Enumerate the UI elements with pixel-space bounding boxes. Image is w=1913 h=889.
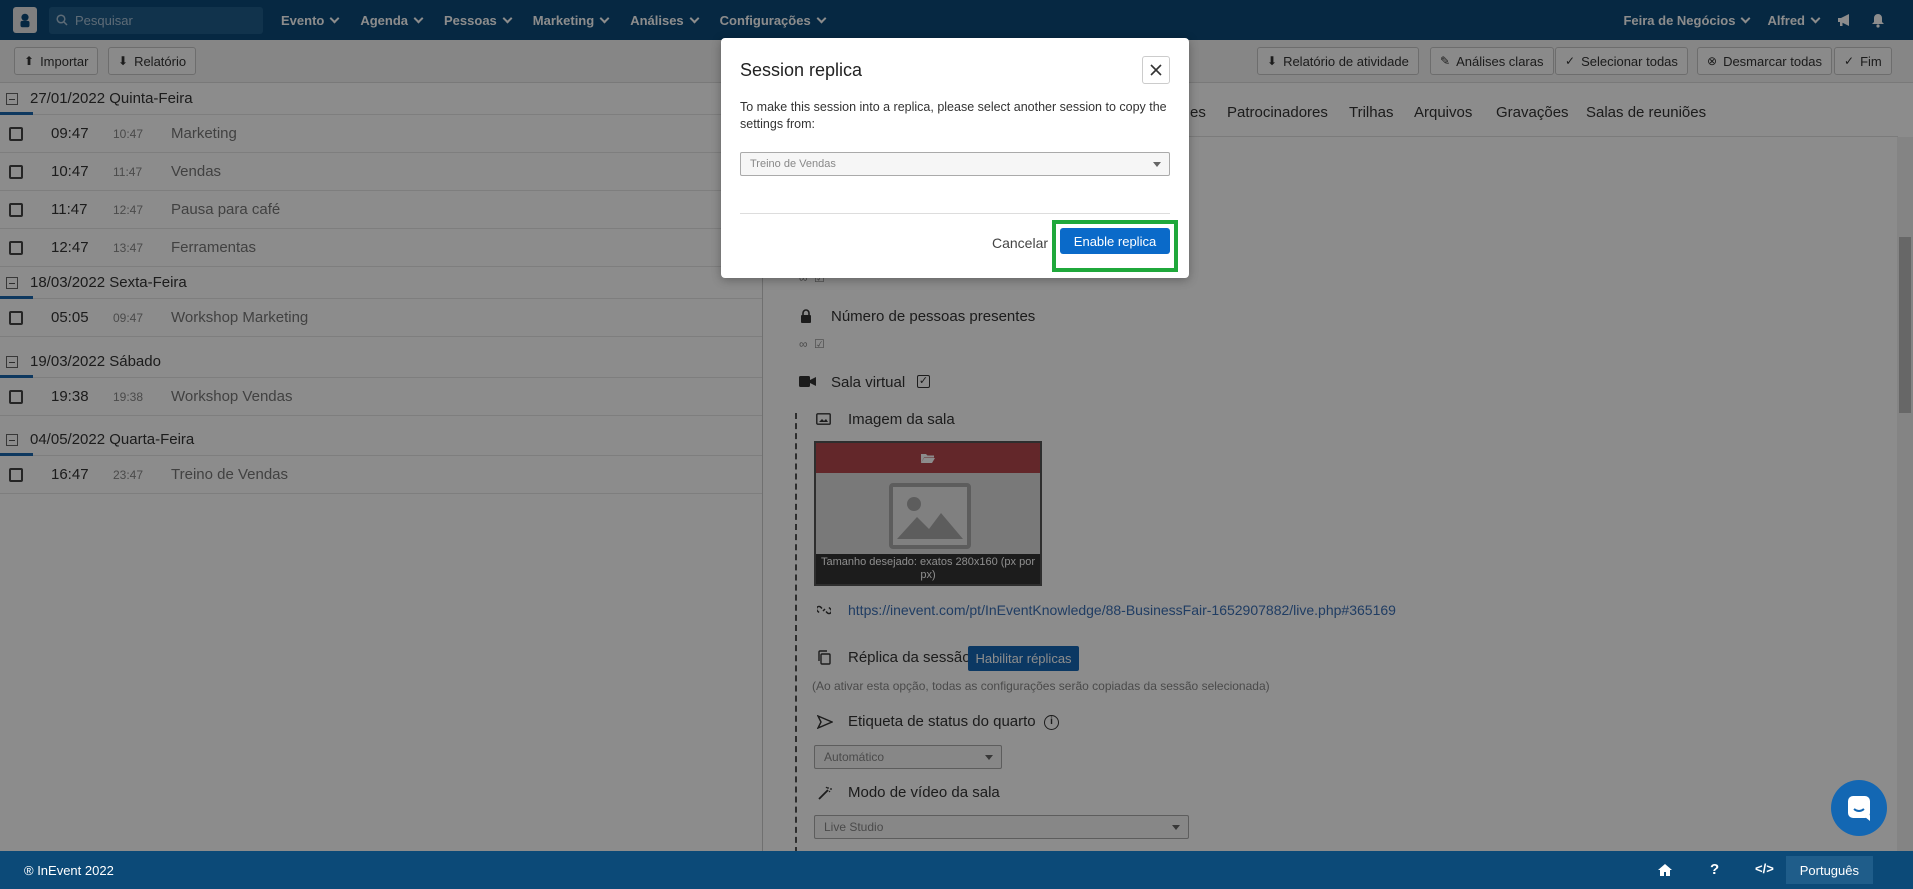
source-session-select[interactable]: Treino de Vendas <box>740 152 1170 176</box>
dialog-divider <box>740 213 1170 214</box>
copyright: ® InEvent 2022 <box>24 862 114 878</box>
selected-session: Treino de Vendas <box>750 158 836 170</box>
help-icon[interactable]: ? <box>1710 861 1719 878</box>
chat-icon <box>1848 796 1870 821</box>
close-icon <box>1150 64 1162 76</box>
home-icon[interactable] <box>1657 863 1673 877</box>
footer: ® InEvent 2022 ? </> Português <box>0 851 1913 889</box>
dialog-description: To make this session into a replica, ple… <box>740 100 1167 131</box>
dialog-title: Session replica <box>740 60 863 80</box>
session-replica-dialog: Session replica To make this session int… <box>721 38 1189 278</box>
chat-launcher[interactable] <box>1831 780 1887 836</box>
code-icon[interactable]: </> <box>1755 861 1774 876</box>
language-selector[interactable]: Português <box>1785 856 1873 884</box>
enable-replica-button[interactable]: Enable replica <box>1060 228 1170 254</box>
cancel-button[interactable]: Cancelar <box>992 235 1048 251</box>
close-button[interactable] <box>1142 56 1170 84</box>
dropdown-arrow-icon <box>1153 162 1161 167</box>
